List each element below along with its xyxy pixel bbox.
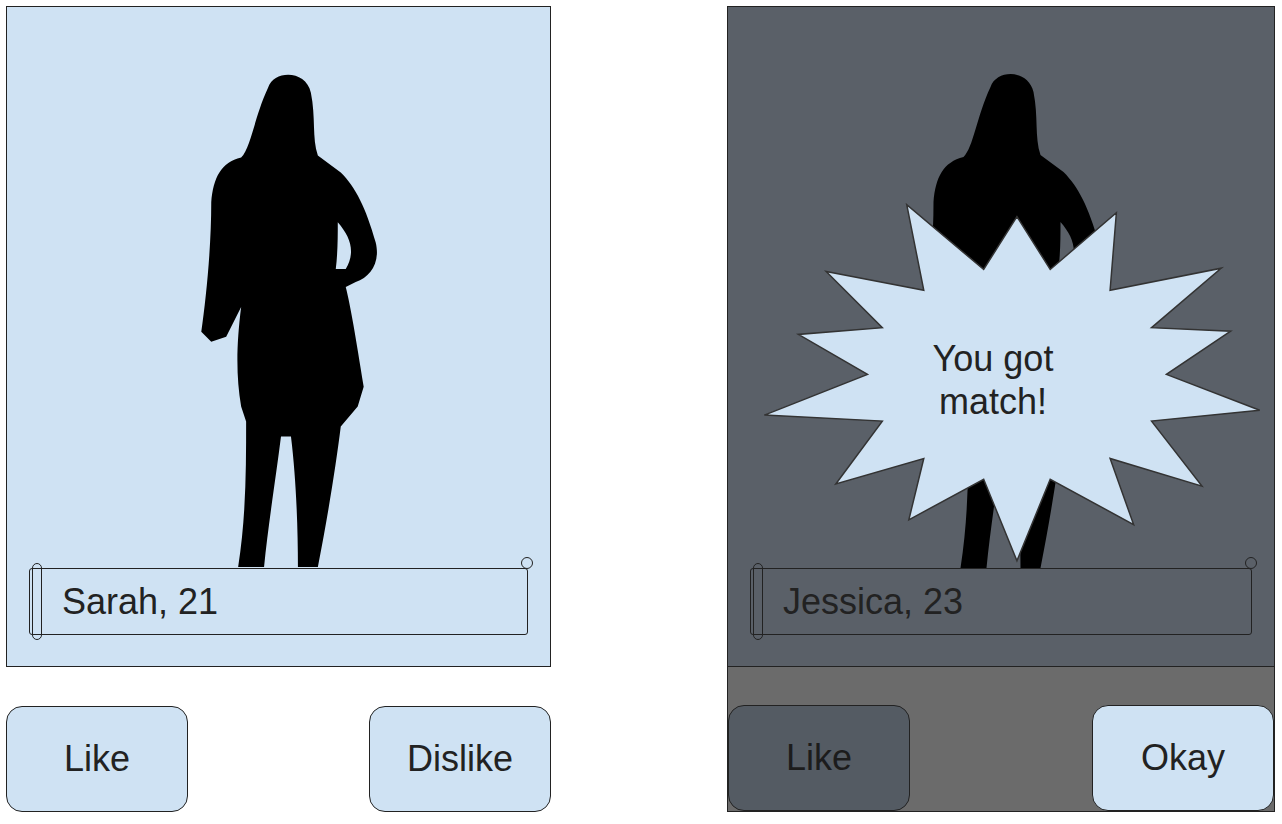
button-label: Like [64,738,130,780]
button-label: Dislike [407,738,513,780]
like-button[interactable]: Like [728,705,910,811]
button-label: Okay [1141,737,1225,779]
match-burst [728,7,1274,666]
scroll-curl [32,563,42,640]
scroll-curl [753,563,763,640]
profile-photo [728,7,1274,568]
scroll-curl [1245,557,1257,569]
okay-button[interactable]: Okay [1092,705,1274,811]
profile-card[interactable]: Sarah, 21 [6,6,551,667]
profile-photo [7,7,550,568]
caption-text: Sarah, 21 [62,582,218,622]
profile-caption: Sarah, 21 [29,568,528,635]
phone-screen: Jessica, 23 You got match! Like Okay [727,6,1275,812]
scroll-curl [521,557,533,569]
action-buttons: Like Okay [728,705,1274,811]
phone-screen: Sarah, 21 Like Dislike [6,6,551,812]
like-button[interactable]: Like [6,706,188,812]
caption-text: Jessica, 23 [783,582,963,622]
match-message: You got match! [903,337,1083,423]
profile-card[interactable]: Jessica, 23 You got match! [728,7,1274,667]
profile-caption: Jessica, 23 [750,568,1252,635]
dislike-button[interactable]: Dislike [369,706,551,812]
button-label: Like [786,737,852,779]
action-buttons: Like Dislike [6,706,551,812]
